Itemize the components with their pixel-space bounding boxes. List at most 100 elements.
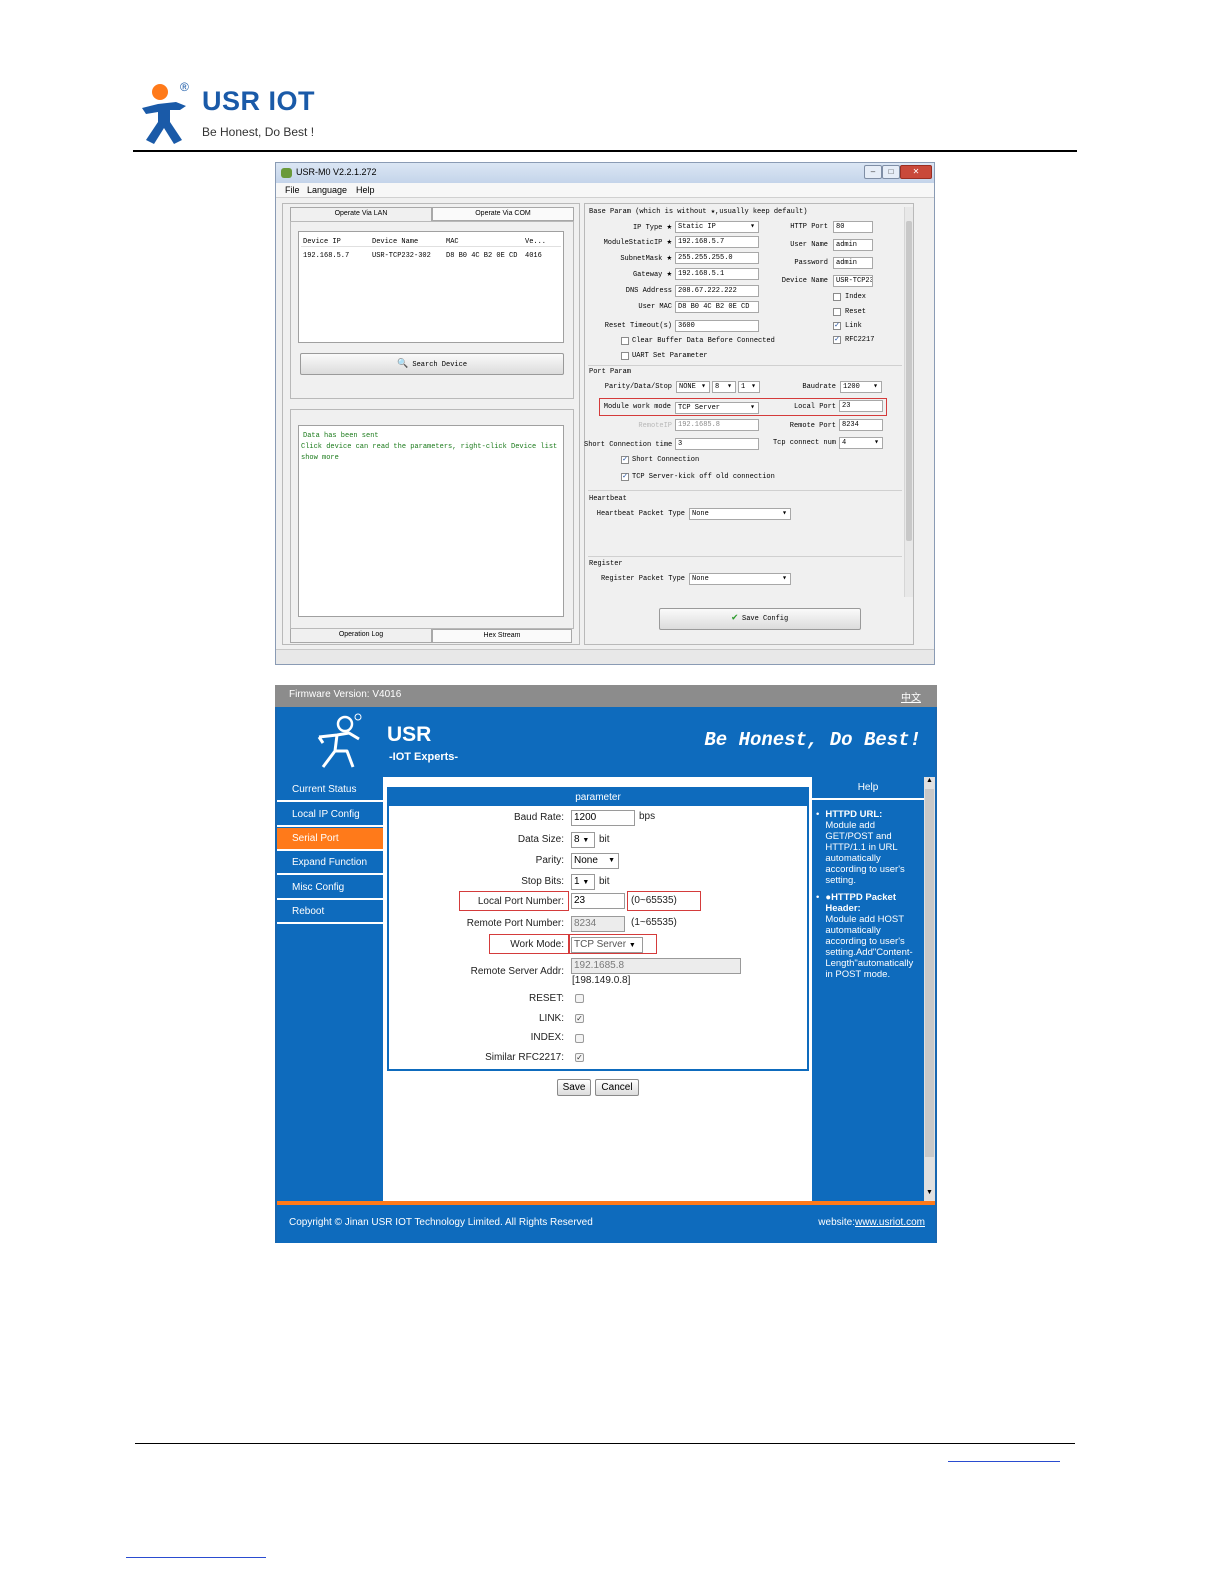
nav-local-ip-config[interactable]: Local IP Config: [277, 804, 383, 827]
parity-select[interactable]: NONE: [676, 381, 710, 393]
http-port-field[interactable]: 80: [833, 221, 873, 233]
kick-old-checkbox[interactable]: ✓: [621, 473, 629, 481]
password-field[interactable]: admin: [833, 257, 873, 269]
tab-operation-log[interactable]: Operation Log: [290, 629, 432, 643]
ip-type-label: IP Type ★: [632, 222, 672, 232]
work-mode-select[interactable]: TCP Server ▼: [571, 937, 643, 953]
local-port-field[interactable]: 23: [839, 400, 883, 412]
stop-bits-select[interactable]: 1 ▼: [571, 874, 595, 890]
parity-select[interactable]: None ▼: [571, 853, 619, 869]
mac-field[interactable]: D8 B0 4C B2 0E CD: [675, 301, 759, 313]
register-divider: [588, 556, 902, 557]
work-mode-label: Work Mode:: [510, 939, 564, 950]
close-button[interactable]: ✕: [900, 165, 932, 179]
heartbeat-type-label: Heartbeat Packet Type: [596, 510, 685, 518]
tab-operate-lan[interactable]: Operate Via LAN: [290, 207, 432, 221]
reset-checkbox[interactable]: [575, 994, 584, 1003]
help-scrollbar[interactable]: ▲ ▼: [924, 777, 935, 1201]
firmware-version: Firmware Version: V4016: [289, 689, 402, 700]
heartbeat-type-select[interactable]: None: [689, 508, 791, 520]
help-1-body: Module add GET/POST and HTTP/1.1 in URL …: [825, 820, 905, 886]
baud-rate-field[interactable]: 1200: [571, 810, 635, 826]
static-ip-field[interactable]: 192.168.5.7: [675, 236, 759, 248]
subnet-field[interactable]: 255.255.255.0: [675, 252, 759, 264]
remote-ip-field[interactable]: 192.1685.8: [675, 419, 759, 431]
device-name-label: Device Name: [781, 277, 828, 285]
minimize-button[interactable]: –: [864, 165, 882, 179]
menu-language[interactable]: Language: [307, 185, 347, 195]
save-config-button[interactable]: ✔ Save Config: [659, 608, 861, 630]
device-list[interactable]: Device IP Device Name MAC Ve... 192.168.…: [298, 231, 564, 343]
dns-field[interactable]: 208.67.222.222: [675, 285, 759, 297]
reset-timeout-field[interactable]: 3600: [675, 320, 759, 332]
bottom-link-underline[interactable]: [126, 1557, 266, 1558]
short-conn-time-field[interactable]: 3: [675, 438, 759, 450]
website-link[interactable]: www.usriot.com: [855, 1217, 925, 1228]
device-row-ip[interactable]: 192.168.5.7: [303, 252, 349, 260]
logo-slogan: Be Honest, Do Best !: [202, 125, 315, 139]
device-row-version[interactable]: 4016: [525, 252, 542, 260]
remote-port-field[interactable]: 8234: [839, 419, 883, 431]
app-icon: [281, 168, 292, 178]
stop-bits-select[interactable]: 1: [738, 381, 760, 393]
params-scrollbar[interactable]: [904, 207, 913, 597]
language-link[interactable]: 中文: [901, 689, 921, 704]
scroll-down-icon[interactable]: ▼: [926, 1189, 933, 1196]
device-name-field[interactable]: USR-TCP23: [833, 275, 873, 287]
rfc2217-checkbox[interactable]: ✓: [833, 336, 841, 344]
link-checkbox[interactable]: ✓: [575, 1014, 584, 1023]
cancel-button[interactable]: Cancel: [595, 1079, 639, 1096]
tab-hex-stream[interactable]: Hex Stream: [432, 629, 572, 643]
tcp-conn-num-label: Tcp connect num: [772, 439, 836, 447]
work-mode-select[interactable]: TCP Server: [675, 402, 759, 414]
ip-type-select[interactable]: Static IP: [675, 221, 759, 233]
short-connection-checkbox[interactable]: ✓: [621, 456, 629, 464]
link-label: Link: [845, 322, 862, 330]
gateway-field[interactable]: 192.168.5.1: [675, 268, 759, 280]
device-row-mac[interactable]: D8 B0 4C B2 0E CD: [446, 252, 517, 260]
chevron-down-icon: ▼: [582, 837, 590, 844]
footer-link-underline[interactable]: [948, 1461, 1060, 1462]
user-name-field[interactable]: admin: [833, 239, 873, 251]
baudrate-select[interactable]: 1200: [840, 381, 882, 393]
remote-port-range: (1~65535): [631, 917, 677, 928]
rfc2217-checkbox[interactable]: ✓: [575, 1053, 584, 1062]
maximize-button[interactable]: □: [882, 165, 900, 179]
params-scroll-thumb[interactable]: [906, 221, 912, 541]
search-device-button[interactable]: 🔍 Search Device: [300, 353, 564, 375]
index-checkbox[interactable]: [575, 1034, 584, 1043]
index-checkbox[interactable]: [833, 293, 841, 301]
clear-buffer-label: Clear Buffer Data Before Connected: [632, 337, 775, 345]
tab-operate-com[interactable]: Operate Via COM: [432, 207, 574, 221]
data-size-select[interactable]: 8 ▼: [571, 832, 595, 848]
device-row-name[interactable]: USR-TCP232-302: [372, 252, 431, 260]
stop-bits-label: Stop Bits:: [521, 876, 564, 887]
remote-port-field[interactable]: 8234: [571, 916, 625, 932]
scroll-up-icon[interactable]: ▲: [926, 777, 933, 784]
nav-misc-config[interactable]: Misc Config: [277, 877, 383, 900]
reset-checkbox[interactable]: [833, 308, 841, 316]
save-button[interactable]: Save: [557, 1079, 591, 1096]
help-scroll-thumb[interactable]: [925, 789, 934, 1157]
uart-set-checkbox[interactable]: [621, 352, 629, 360]
nav-expand-function[interactable]: Expand Function: [277, 852, 383, 875]
register-type-select[interactable]: None: [689, 573, 791, 585]
copyright-text: Copyright © Jinan USR IOT Technology Lim…: [289, 1217, 593, 1228]
local-port-field[interactable]: 23: [571, 893, 625, 909]
data-bits-select[interactable]: 8: [712, 381, 736, 393]
clear-buffer-checkbox[interactable]: [621, 337, 629, 345]
tcp-conn-num-select[interactable]: 4: [839, 437, 883, 449]
link-checkbox[interactable]: ✓: [833, 322, 841, 330]
menu-file[interactable]: File: [285, 185, 300, 195]
data-size-unit: bit: [599, 834, 610, 845]
nav-current-status[interactable]: Current Status: [277, 779, 383, 802]
menu-help[interactable]: Help: [356, 185, 375, 195]
nav-reboot[interactable]: Reboot: [277, 901, 383, 924]
heartbeat-title: Heartbeat: [589, 495, 627, 503]
remote-server-addr-field[interactable]: 192.1685.8: [571, 958, 741, 974]
table-header-rule: [301, 246, 561, 247]
http-port-label: HTTP Port: [790, 223, 828, 231]
col-version: Ve...: [525, 238, 547, 246]
local-port-range: (0~65535): [631, 895, 677, 906]
nav-serial-port[interactable]: Serial Port: [277, 828, 383, 851]
